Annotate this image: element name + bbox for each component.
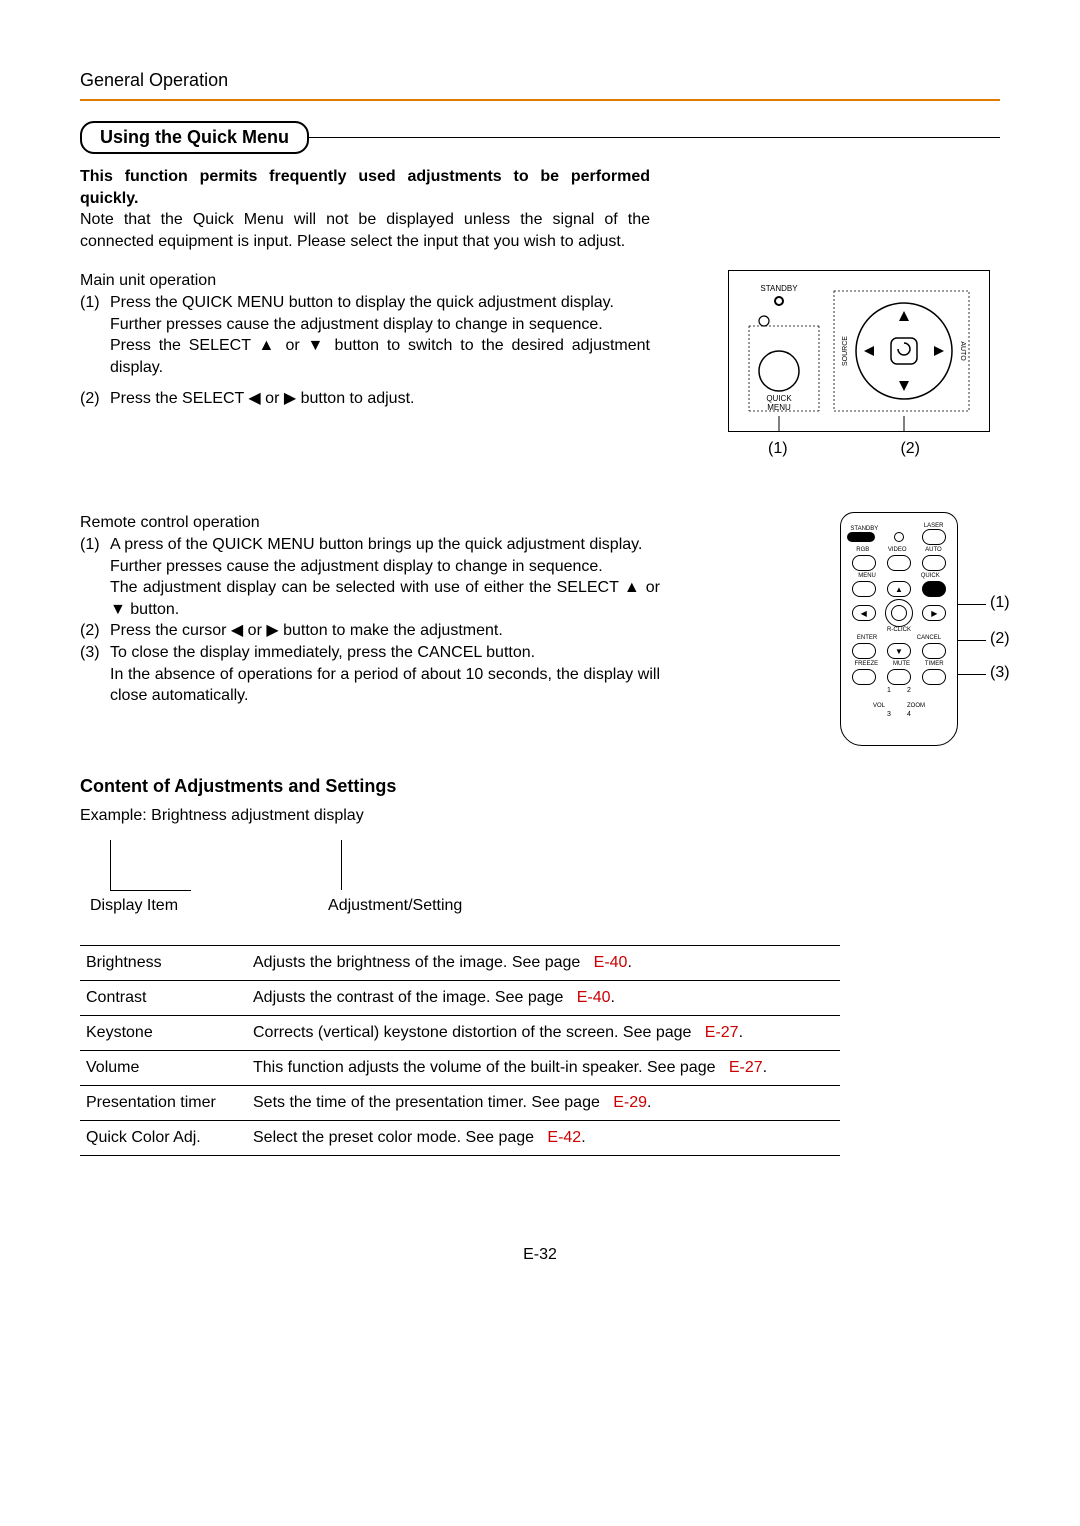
desc-presentation-timer: Sets the time of the presentation timer.… [247,1086,840,1121]
main-unit-heading: Main unit operation [80,270,650,292]
table-row: Keystone Corrects (vertical) keystone di… [80,1016,840,1051]
main-unit-2: Press the SELECT ◀ or ▶ button to adjust… [110,388,650,410]
content-heading: Content of Adjustments and Settings [80,776,1000,797]
main-unit-diagram-col: STANDBY QUICK MENU [690,270,990,458]
desc-volume: This function adjusts the volume of the … [247,1051,840,1086]
callout-labels: Display Item Adjustment/Setting [80,897,1000,915]
remote-mark-3: (3) [990,664,1010,682]
legend-1: (1) [768,440,788,458]
main-unit-diagram: STANDBY QUICK MENU [728,270,990,432]
table-row: Brightness Adjusts the brightness of the… [80,946,840,981]
settings-table: Brightness Adjusts the brightness of the… [80,945,840,1156]
list-marker: (1) [80,534,110,620]
display-item-label: Display Item [90,897,178,915]
svg-text:QUICK: QUICK [766,394,792,403]
remote-1c: The adjustment display can be selected w… [110,579,660,618]
adjustment-setting-label: Adjustment/Setting [328,897,462,915]
header-rule [80,99,1000,101]
main-unit-legend: (1) (2) [730,440,990,458]
page-link[interactable]: E-27 [729,1059,763,1076]
list-marker: (2) [80,620,110,642]
remote-1b: Further presses cause the adjustment dis… [110,558,603,575]
page-link[interactable]: E-27 [705,1024,739,1041]
list-marker: (1) [80,292,110,378]
remote-diagram-col: STANDBYSTANDBY LASER RGBVIDEOAUTO MENUQU… [700,512,1000,746]
remote-1a: A press of the QUICK MENU button brings … [110,536,642,553]
remote-row: Remote control operation (1) A press of … [80,512,1000,746]
remote-2: Press the cursor ◀ or ▶ button to make t… [110,620,660,642]
list-marker: (2) [80,388,110,410]
table-row: Quick Color Adj. Select the preset color… [80,1121,840,1156]
desc-contrast: Adjusts the contrast of the image. See p… [247,981,840,1016]
page-container: General Operation Using the Quick Menu T… [0,0,1080,1304]
desc-keystone: Corrects (vertical) keystone distortion … [247,1016,840,1051]
list-marker: (3) [80,642,110,707]
remote-3b: In the absence of operations for a perio… [110,666,660,705]
main-unit-text: Main unit operation (1) Press the QUICK … [80,270,650,410]
remote-3a: To close the display immediately, press … [110,644,535,661]
page-link[interactable]: E-29 [613,1094,647,1111]
item-keystone: Keystone [80,1016,247,1051]
item-presentation-timer: Presentation timer [80,1086,247,1121]
section-title-line [307,137,1000,138]
page-link[interactable]: E-40 [577,989,611,1006]
svg-text:AUTO: AUTO [959,342,966,362]
remote-text: Remote control operation (1) A press of … [80,512,660,706]
section-header: General Operation [80,70,1000,91]
table-row: Presentation timer Sets the time of the … [80,1086,840,1121]
item-volume: Volume [80,1051,247,1086]
table-row: Contrast Adjusts the contrast of the ima… [80,981,840,1016]
desc-brightness: Adjusts the brightness of the image. See… [247,946,840,981]
standby-label: STANDBY [760,284,798,293]
section-title-row: Using the Quick Menu [80,121,1000,154]
svg-text:SOURCE: SOURCE [842,336,849,366]
item-contrast: Contrast [80,981,247,1016]
remote-mark-2: (2) [990,630,1010,648]
remote-diagram: STANDBYSTANDBY LASER RGBVIDEOAUTO MENUQU… [840,512,1000,746]
remote-mark-1: (1) [990,594,1010,612]
main-unit-1a: Press the QUICK MENU button to display t… [110,294,614,311]
legend-2: (2) [900,440,920,458]
desc-quick-color: Select the preset color mode. See page E… [247,1121,840,1156]
table-row: Volume This function adjusts the volume … [80,1051,840,1086]
page-link[interactable]: E-42 [547,1129,581,1146]
main-unit-1c: Press the SELECT ▲ or ▼ button to switch… [110,337,650,376]
callout-diagram [80,840,1000,891]
intro-block: This function permits frequently used ad… [80,166,650,252]
page-link[interactable]: E-40 [594,954,628,971]
section-title: Using the Quick Menu [80,121,309,154]
intro-note: Note that the Quick Menu will not be dis… [80,211,650,250]
item-quick-color: Quick Color Adj. [80,1121,247,1156]
example-text: Example: Brightness adjustment display [80,807,1000,825]
intro-bold: This function permits frequently used ad… [80,168,650,207]
item-brightness: Brightness [80,946,247,981]
page-number: E-32 [80,1246,1000,1264]
remote-heading: Remote control operation [80,512,660,534]
main-unit-1b: Further presses cause the adjustment dis… [110,316,603,333]
main-unit-row: Main unit operation (1) Press the QUICK … [80,270,1000,458]
